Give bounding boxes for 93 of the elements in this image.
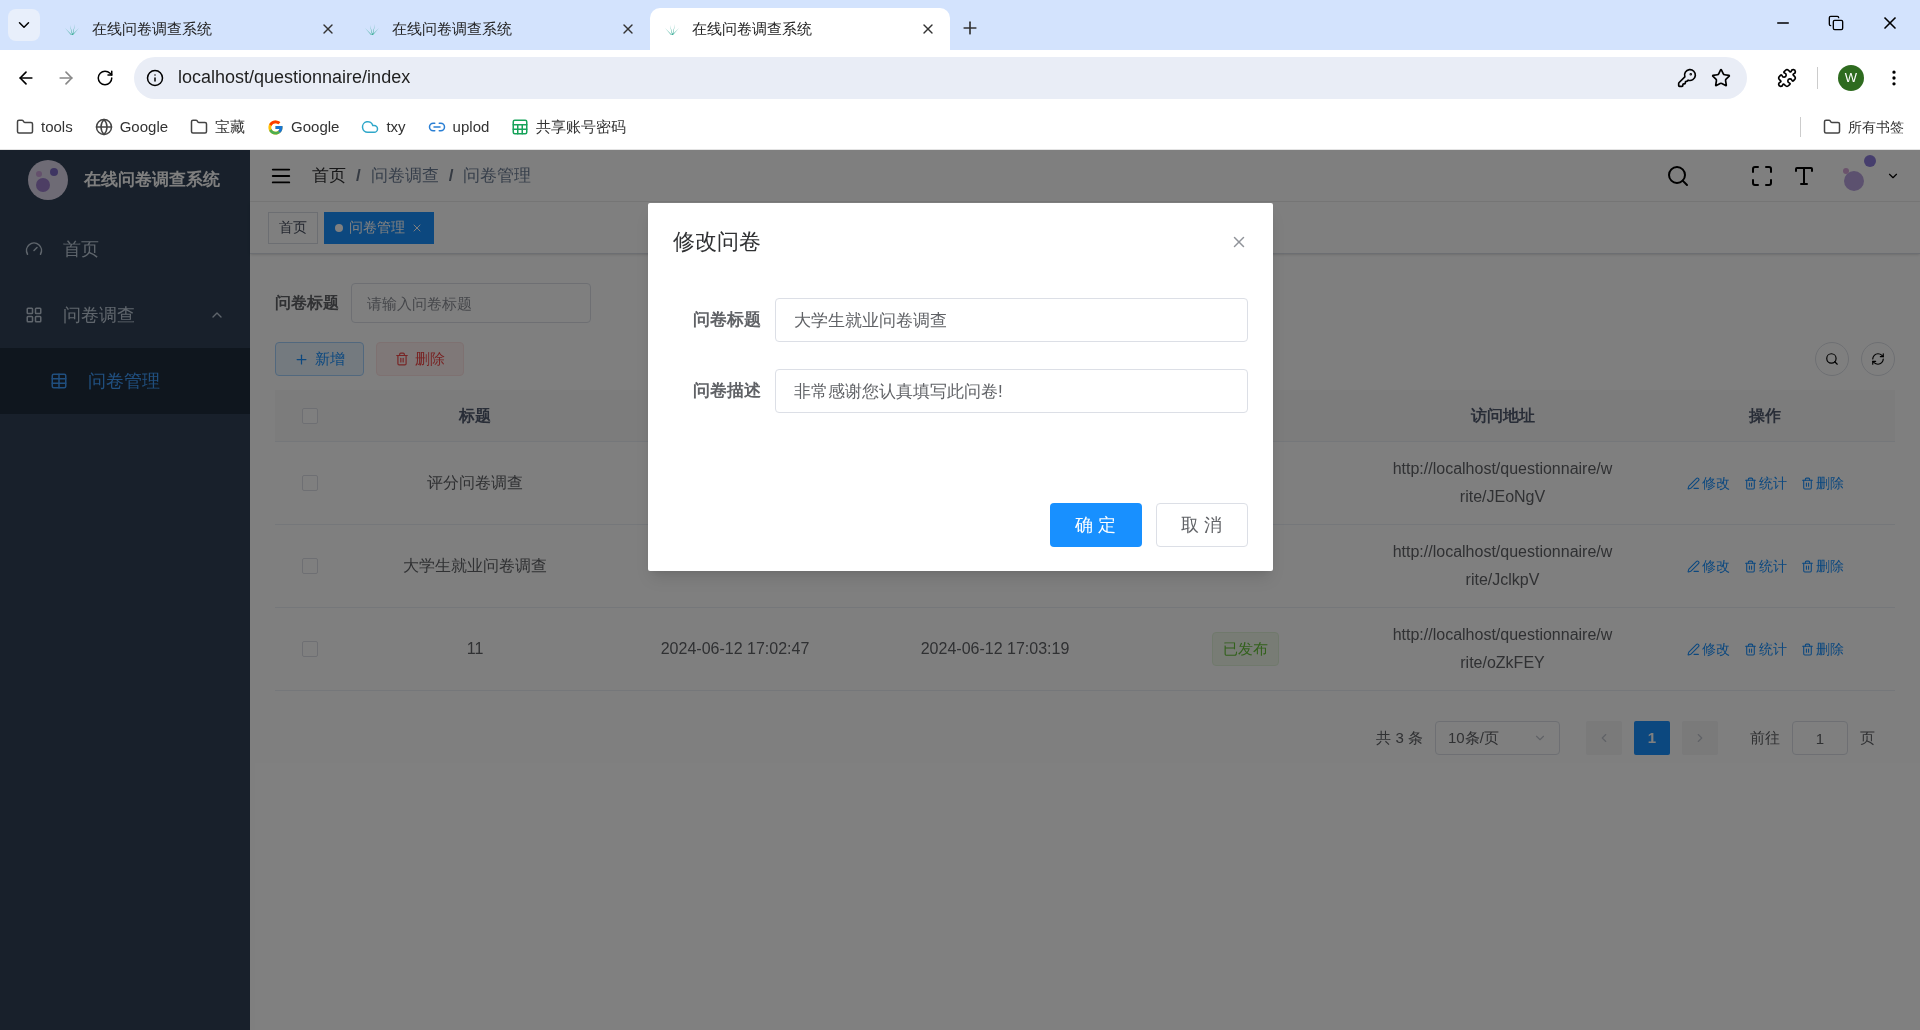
sidebar: 在线问卷调查系统 首页 问卷调查 问卷管理 xyxy=(0,150,250,1030)
browser-tab[interactable]: 在线问卷调查系统 xyxy=(350,8,650,50)
sidebar-item[interactable]: 问卷管理 xyxy=(0,348,250,414)
table-cell-text: 评分问卷调查 xyxy=(427,473,523,493)
bookmark[interactable]: 所有书签 xyxy=(1823,116,1904,138)
table-cell-text: 2024-06-12 17:03:19 xyxy=(920,639,1070,659)
folder-icon xyxy=(16,118,34,136)
search-icon[interactable] xyxy=(1666,163,1690,188)
total-count: 共 3 条 xyxy=(1376,727,1423,748)
action-link[interactable]: 删除 xyxy=(1800,638,1844,660)
text-field[interactable]: 大学生就业问卷调查 xyxy=(775,298,1248,342)
cloud-icon xyxy=(361,118,380,136)
table-icon xyxy=(50,372,68,390)
refresh-icon xyxy=(1871,352,1885,366)
trash-icon xyxy=(395,352,409,366)
text-field[interactable]: 非常感谢您认真填写此问卷! xyxy=(775,369,1248,413)
bookmark[interactable]: Google xyxy=(267,115,340,139)
table-cell-text: http://localhost/questionnaire/write/oZkFEY xyxy=(1391,625,1614,673)
logo-icon xyxy=(28,160,68,200)
table-cell-text: 大学生就业问卷调查 xyxy=(403,556,547,576)
trash-icon xyxy=(1743,476,1757,490)
extensions-icon[interactable] xyxy=(1777,67,1797,88)
status-tag: 已发布 xyxy=(1211,632,1279,666)
page-size-select[interactable]: 10条/页 xyxy=(1435,721,1560,755)
edit-icon xyxy=(1686,642,1700,656)
goto-label: 前往 xyxy=(1750,727,1780,748)
sidebar-item[interactable]: 问卷调查 xyxy=(0,282,250,348)
page-input[interactable]: 1 xyxy=(1792,721,1848,755)
table-cell-text: 11 xyxy=(466,639,484,659)
bookmark[interactable]: Google xyxy=(94,115,169,139)
add-button[interactable]: 新增 xyxy=(275,342,364,376)
restore-icon[interactable] xyxy=(1828,15,1844,31)
filter-label: 问卷标题 xyxy=(275,293,339,313)
globe-icon xyxy=(94,118,113,136)
fullscreen-icon[interactable] xyxy=(1750,163,1774,188)
browser-tab[interactable]: 在线问卷调查系统 xyxy=(50,8,350,50)
page-tag[interactable]: 问卷管理 xyxy=(324,211,434,244)
google-icon xyxy=(267,118,285,136)
breadcrumb-link[interactable]: 首页 xyxy=(312,162,346,189)
goto-suffix: 页 xyxy=(1860,727,1875,748)
trash-icon xyxy=(1800,642,1814,656)
action-link[interactable]: 统计 xyxy=(1743,555,1787,577)
breadcrumb-separator: / xyxy=(448,164,454,187)
field-label: 问卷描述 xyxy=(692,380,761,403)
profile-avatar[interactable]: W xyxy=(1838,64,1864,91)
action-link[interactable]: 统计 xyxy=(1743,472,1787,494)
delete-button[interactable]: 删除 xyxy=(376,342,464,376)
key-icon[interactable] xyxy=(1677,67,1697,88)
dashboard-icon xyxy=(25,240,43,258)
page-tag[interactable]: 首页 xyxy=(268,211,318,244)
bookmark[interactable]: uplod xyxy=(427,115,490,139)
action-link[interactable]: 删除 xyxy=(1800,555,1844,577)
edit-icon xyxy=(1686,476,1700,490)
field-label: 问卷标题 xyxy=(692,309,761,332)
breadcrumb-separator: / xyxy=(356,164,361,187)
cancel-button[interactable]: 取 消 xyxy=(1156,503,1248,547)
plus-icon xyxy=(294,351,309,367)
trash-icon xyxy=(1800,559,1814,573)
action-link[interactable]: 删除 xyxy=(1800,472,1844,494)
action-link[interactable]: 修改 xyxy=(1686,472,1730,494)
bookmark[interactable]: tools xyxy=(16,115,73,139)
search-icon xyxy=(1825,352,1839,366)
trash-icon xyxy=(1743,559,1757,573)
bookmark[interactable]: 共享账号密码 xyxy=(511,115,627,139)
star-icon[interactable] xyxy=(1711,67,1731,88)
column-header: 访问地址 xyxy=(1470,405,1535,426)
table-cell-text: http://localhost/questionnaire/write/JEoNgV xyxy=(1391,459,1614,507)
column-header: 标题 xyxy=(459,405,491,426)
bookmark[interactable]: 宝藏 xyxy=(190,115,246,139)
address-bar[interactable]: localhost/questionnaire/index xyxy=(134,56,1747,99)
page-button[interactable]: 1 xyxy=(1634,721,1670,755)
breadcrumb-item: 问卷管理 xyxy=(463,164,532,187)
breadcrumb-item: 问卷调查 xyxy=(370,164,439,187)
table-cell-text: http://localhost/questionnaire/write/JclkpV xyxy=(1391,542,1614,590)
table-cell-text: 2024-06-12 17:02:47 xyxy=(660,639,810,659)
column-header: 操作 xyxy=(1749,405,1781,426)
sidebar-item[interactable]: 首页 xyxy=(0,216,250,282)
grid-icon xyxy=(25,306,43,324)
bookmark[interactable]: txy xyxy=(361,115,406,139)
trash-icon xyxy=(1743,642,1757,656)
trash-icon xyxy=(1800,476,1814,490)
reload-icon[interactable] xyxy=(96,68,114,87)
info-icon xyxy=(146,68,164,87)
edit-icon xyxy=(1686,559,1700,573)
confirm-button[interactable]: 确 定 xyxy=(1050,503,1142,547)
action-link[interactable]: 统计 xyxy=(1743,638,1787,660)
folder-icon xyxy=(1823,118,1841,136)
spreadsheet-icon xyxy=(511,118,530,136)
action-link[interactable]: 修改 xyxy=(1686,638,1730,660)
action-link[interactable]: 修改 xyxy=(1686,555,1730,577)
folder-icon xyxy=(190,118,209,136)
dialog-title: 修改问卷 xyxy=(673,228,761,256)
browser-tab[interactable]: 在线问卷调查系统 xyxy=(650,8,950,50)
